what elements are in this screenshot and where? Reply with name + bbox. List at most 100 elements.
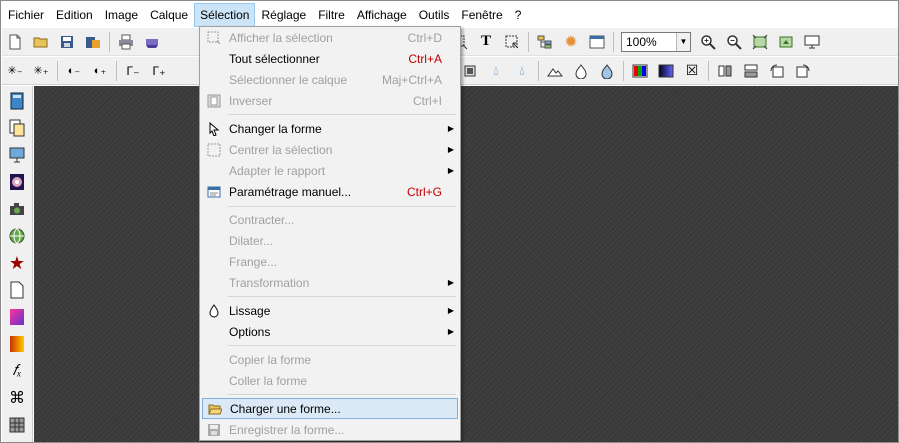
menu-item-afficher-selection[interactable]: Afficher la sélection Ctrl+D	[202, 27, 458, 48]
menu-item-tout-selectionner[interactable]: Tout sélectionner Ctrl+A	[202, 48, 458, 69]
text-tool-icon[interactable]: T	[475, 31, 497, 53]
brightness-up-icon[interactable]: ✳₊	[30, 60, 52, 82]
app-window: Fichier Edition Image Calque Sélection R…	[0, 0, 899, 443]
blank-page-icon[interactable]	[6, 279, 28, 301]
rotate-right-icon[interactable]	[792, 60, 814, 82]
submenu-arrow-icon: ▶	[447, 278, 455, 287]
cursor-arrow-icon	[202, 118, 226, 139]
submenu-arrow-icon: ▶	[447, 124, 455, 133]
text-select-icon[interactable]	[501, 31, 523, 53]
camera-icon[interactable]	[6, 198, 28, 220]
submenu-arrow-icon: ▶	[447, 166, 455, 175]
layers-tree-icon[interactable]	[534, 31, 556, 53]
gradient-orange-icon[interactable]	[6, 333, 28, 355]
menu-reglage[interactable]: Réglage	[255, 3, 312, 27]
contrast-down-icon[interactable]: ◐₋	[63, 60, 85, 82]
menu-separator	[228, 394, 456, 395]
brightness-down-icon[interactable]: ✳₋	[4, 60, 26, 82]
menu-affichage[interactable]: Affichage	[351, 3, 413, 27]
menu-item-centrer-selection[interactable]: Centrer la sélection ▶	[202, 139, 458, 160]
selection-menu-dropdown: Afficher la sélection Ctrl+D Tout sélect…	[199, 26, 461, 441]
globe-icon[interactable]	[6, 225, 28, 247]
menu-item-frange[interactable]: Frange...	[202, 251, 458, 272]
new-file-icon[interactable]	[4, 31, 26, 53]
menu-fichier[interactable]: Fichier	[2, 3, 50, 27]
grid-icon[interactable]	[6, 414, 28, 436]
sharpen-drop-icon[interactable]: 💧︎	[511, 60, 533, 82]
menu-item-transformation[interactable]: Transformation ▶	[202, 272, 458, 293]
menu-calque[interactable]: Calque	[144, 3, 194, 27]
menu-image[interactable]: Image	[99, 3, 144, 27]
toolbar-separator	[528, 31, 529, 52]
menu-edition[interactable]: Edition	[50, 3, 99, 27]
zoom-in-icon[interactable]	[697, 31, 719, 53]
gradient-purple-icon[interactable]	[6, 306, 28, 328]
menu-item-parametrage-manuel[interactable]: Paramétrage manuel... Ctrl+G	[202, 181, 458, 202]
menu-separator	[228, 114, 456, 115]
drop-light-icon[interactable]	[570, 60, 592, 82]
open-folder-icon[interactable]	[30, 31, 52, 53]
menu-filtre[interactable]: Filtre	[312, 3, 351, 27]
function-fx-icon[interactable]: 𝑓ₓ	[6, 360, 28, 382]
blur-drop-icon[interactable]: 💧︎	[485, 60, 507, 82]
workspace-canvas[interactable]	[34, 86, 898, 442]
slideshow-icon[interactable]	[6, 144, 28, 166]
save-all-icon[interactable]	[82, 31, 104, 53]
fullscreen-icon[interactable]	[801, 31, 823, 53]
emboss-icon[interactable]	[459, 60, 481, 82]
landscape-icon[interactable]	[544, 60, 566, 82]
menu-separator	[228, 206, 456, 207]
command-icon[interactable]: ⌘	[6, 387, 28, 409]
print-icon[interactable]	[115, 31, 137, 53]
save-icon[interactable]	[56, 31, 78, 53]
toolbar-separator	[613, 31, 614, 52]
gamma-up-icon[interactable]: Γ₊	[148, 60, 170, 82]
chevron-down-icon[interactable]: ▼	[676, 32, 690, 51]
save-disk-icon	[202, 419, 226, 440]
menu-item-selectionner-calque[interactable]: Sélectionner le calque Maj+Ctrl+A	[202, 69, 458, 90]
contrast-up-icon[interactable]: ◐₊	[89, 60, 111, 82]
fit-window-icon[interactable]	[749, 31, 771, 53]
menu-item-dilater[interactable]: Dilater...	[202, 230, 458, 251]
rotate-left-icon[interactable]	[766, 60, 788, 82]
menu-item-adapter-rapport[interactable]: Adapter le rapport ▶	[202, 160, 458, 181]
documents-icon[interactable]	[6, 117, 28, 139]
zoom-select[interactable]: 100% ▼	[621, 31, 691, 52]
menu-item-changer-forme[interactable]: Changer la forme ▶	[202, 118, 458, 139]
menu-selection[interactable]: Sélection	[194, 3, 256, 27]
window-icon[interactable]	[586, 31, 608, 53]
scanner-icon[interactable]	[141, 31, 163, 53]
menu-item-coller-forme[interactable]: Coller la forme	[202, 370, 458, 391]
toolbar-separator	[708, 60, 709, 81]
selection-rect-icon	[202, 27, 226, 48]
drop-dark-icon[interactable]	[596, 60, 618, 82]
menu-item-enregistrer-forme[interactable]: Enregistrer la forme...	[202, 419, 458, 440]
toolbar-separator	[623, 60, 624, 81]
gamma-down-icon[interactable]: Γ₋	[122, 60, 144, 82]
tool-palette: ★ 𝑓ₓ ⌘	[2, 86, 33, 442]
dialog-window-icon	[202, 181, 226, 202]
menu-item-lissage[interactable]: Lissage ▶	[202, 300, 458, 321]
mirror-icon[interactable]	[740, 60, 762, 82]
zoom-out-icon[interactable]	[723, 31, 745, 53]
glow-effect-icon[interactable]	[6, 171, 28, 193]
menu-item-inverser[interactable]: Inverser Ctrl+I	[202, 90, 458, 111]
star-icon[interactable]: ★	[6, 252, 28, 274]
gradient-map-icon[interactable]	[655, 60, 677, 82]
menu-outils[interactable]: Outils	[413, 3, 456, 27]
menu-help[interactable]: ?	[509, 3, 528, 27]
color-balance-icon[interactable]	[629, 60, 651, 82]
menu-fenetre[interactable]: Fenêtre	[455, 3, 508, 27]
menu-item-contracter[interactable]: Contracter...	[202, 209, 458, 230]
settings-gear-icon[interactable]: ✹	[560, 31, 582, 53]
flip-icon[interactable]	[714, 60, 736, 82]
menu-item-charger-forme[interactable]: Charger une forme...	[202, 398, 458, 419]
calculator-icon[interactable]	[6, 90, 28, 112]
menu-bar: Fichier Edition Image Calque Sélection R…	[2, 2, 898, 28]
toolbar-separator	[109, 31, 110, 52]
submenu-arrow-icon: ▶	[447, 327, 455, 336]
menu-item-options[interactable]: Options ▶	[202, 321, 458, 342]
negative-icon[interactable]: ☒	[681, 60, 703, 82]
actual-size-icon[interactable]	[775, 31, 797, 53]
menu-item-copier-forme[interactable]: Copier la forme	[202, 349, 458, 370]
